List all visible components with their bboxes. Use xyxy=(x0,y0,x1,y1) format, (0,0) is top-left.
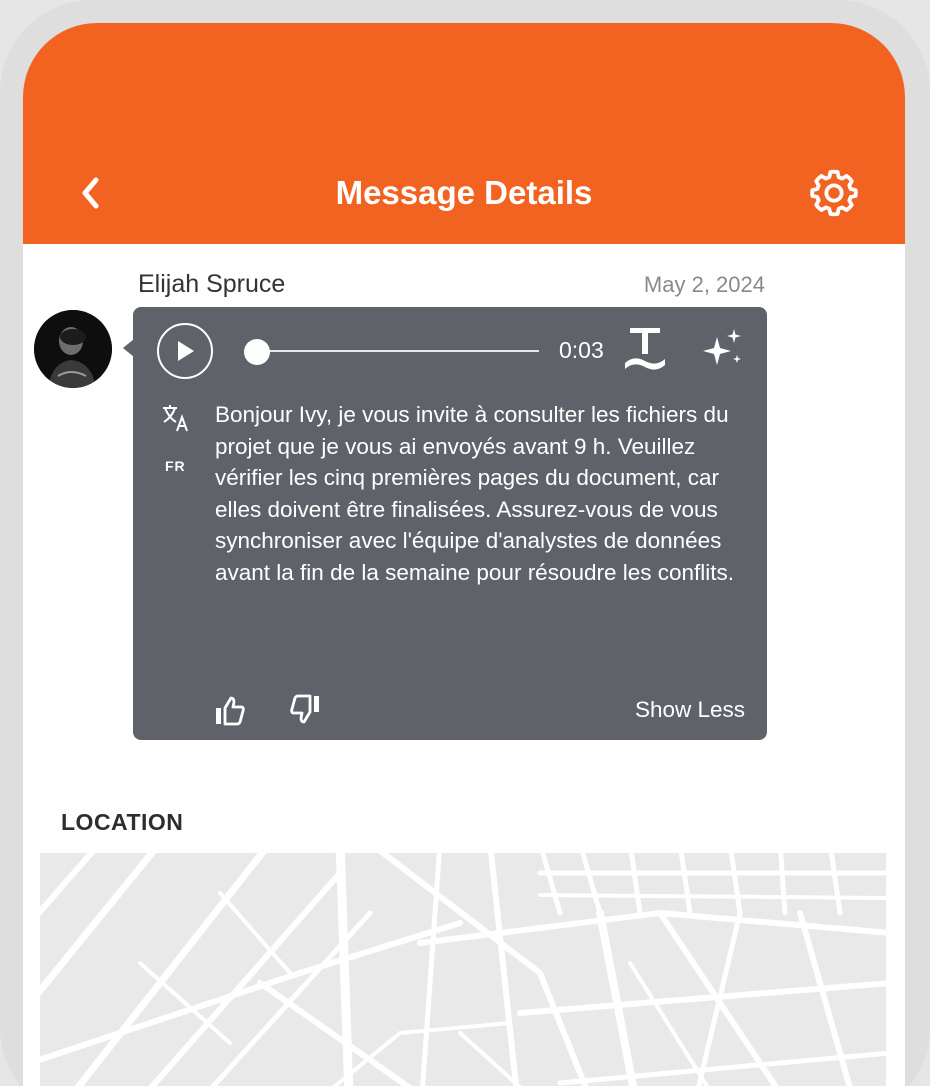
avatar[interactable] xyxy=(34,310,112,388)
location-section-label: LOCATION xyxy=(61,809,184,835)
language-code: FR xyxy=(165,458,186,474)
message-bubble: 0:03 FR Bonjour Ivy, je vous invite à co… xyxy=(133,307,767,740)
thumbs-down-icon xyxy=(290,694,319,724)
thumbs-up-icon xyxy=(216,696,245,726)
dislike-button[interactable] xyxy=(288,692,322,726)
show-less-link[interactable]: Show Less xyxy=(635,695,745,725)
play-icon xyxy=(178,341,194,361)
message-text: Bonjour Ivy, je vous invite à consulter … xyxy=(215,402,735,585)
phone-screen: Message Details Elijah Spruce May 2, 202… xyxy=(23,23,905,1086)
gear-icon xyxy=(810,169,858,217)
audio-duration: 0:03 xyxy=(559,337,604,363)
app-header: Message Details xyxy=(23,23,905,244)
sparkle-icon xyxy=(703,329,741,365)
settings-button[interactable] xyxy=(805,164,863,222)
ai-sparkle-button[interactable] xyxy=(701,327,745,371)
like-button[interactable] xyxy=(213,694,247,728)
location-map[interactable] xyxy=(40,853,886,1086)
audio-progress-knob[interactable] xyxy=(244,339,270,365)
translate-icon xyxy=(163,405,188,432)
play-button[interactable] xyxy=(157,323,213,379)
audio-progress-track[interactable] xyxy=(247,350,539,352)
page-title: Message Details xyxy=(335,174,593,211)
transcript-button[interactable] xyxy=(622,323,668,373)
text-transcript-icon xyxy=(625,328,665,370)
message-date: May 2, 2024 xyxy=(643,272,765,297)
sender-name: Elijah Spruce xyxy=(138,270,286,298)
